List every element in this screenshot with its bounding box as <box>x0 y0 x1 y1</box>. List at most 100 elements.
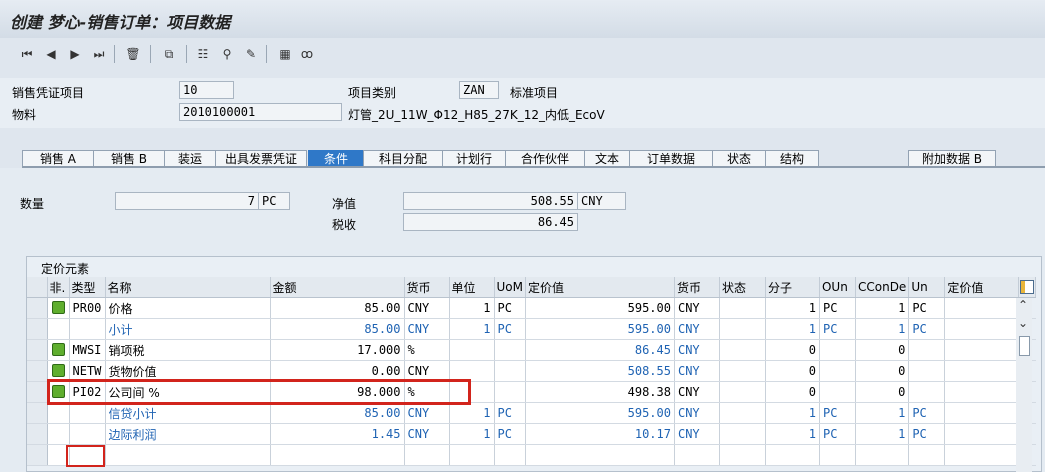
col-ccon-de[interactable]: CConDe <box>855 277 910 298</box>
cell-per[interactable]: 1 <box>449 297 495 319</box>
cell-num[interactable] <box>765 444 820 466</box>
cell-per[interactable]: 1 <box>449 318 495 340</box>
cell-type[interactable]: PR00 <box>69 297 106 319</box>
cell-oun[interactable] <box>819 339 856 361</box>
cell-ccon[interactable]: 1 <box>855 402 910 424</box>
col-currency-2[interactable]: 货币 <box>674 277 720 298</box>
cell-ccon[interactable]: 1 <box>855 297 910 319</box>
cell-cur2[interactable]: CNY <box>674 318 720 340</box>
net-currency-field[interactable]: CNY <box>577 192 626 210</box>
cell-amount[interactable]: 85.00 <box>270 402 405 424</box>
cell-cur[interactable]: CNY <box>404 297 450 319</box>
cell-status[interactable] <box>719 339 766 361</box>
cell-cur[interactable] <box>404 444 450 466</box>
cell-cvalue[interactable]: 595.00 <box>525 297 675 319</box>
cell-cur2[interactable]: CNY <box>674 297 720 319</box>
tab-partners[interactable]: 合作伙伴 <box>505 150 585 167</box>
cell-status[interactable] <box>719 297 766 319</box>
cell-cvalue[interactable]: 595.00 <box>525 318 675 340</box>
cell-cv2[interactable] <box>944 339 1020 361</box>
cell-status[interactable] <box>719 318 766 340</box>
col-per[interactable]: 单位 <box>449 277 495 298</box>
first-page-icon[interactable]: ⏮ <box>18 45 36 63</box>
scroll-up-icon[interactable]: ⌃ <box>1018 298 1028 312</box>
cell-amount[interactable]: 85.00 <box>270 297 405 319</box>
next-page-icon[interactable]: ▶ <box>66 45 84 63</box>
cell-cur2[interactable]: CNY <box>674 381 720 403</box>
cell-status[interactable] <box>719 381 766 403</box>
col-name[interactable]: 名称 <box>105 277 271 298</box>
cell-oun[interactable]: PC <box>819 318 856 340</box>
cell-num[interactable]: 0 <box>765 339 820 361</box>
cell-uom[interactable] <box>494 381 526 403</box>
display-icon[interactable]: ꝏ <box>298 45 316 63</box>
cell-un[interactable]: PC <box>908 402 946 424</box>
calculator-icon[interactable]: ▦ <box>276 45 294 63</box>
cell-cur[interactable]: % <box>404 339 450 361</box>
pricing-row[interactable]: 小计 85.00 CNY 1 PC 595.00 CNY 1 PC 1 PC <box>27 318 1036 340</box>
prev-page-icon[interactable]: ◀ <box>42 45 60 63</box>
cell-un[interactable]: PC <box>908 297 946 319</box>
cell-cur2[interactable]: CNY <box>674 339 720 361</box>
pricing-row[interactable]: 边际利润 1.45 CNY 1 PC 10.17 CNY 1 PC 1 PC <box>27 423 1036 445</box>
col-oun[interactable]: OUn <box>819 277 856 298</box>
col-condition-value-2[interactable]: 定价值 <box>944 277 1020 298</box>
col-un[interactable]: Un <box>908 277 946 298</box>
cell-un[interactable]: PC <box>908 318 946 340</box>
cell-uom[interactable] <box>494 444 526 466</box>
row-selector[interactable] <box>27 318 48 340</box>
cell-amount[interactable]: 85.00 <box>270 318 405 340</box>
quantity-field[interactable]: 7 <box>115 192 259 210</box>
cell-oun[interactable]: PC <box>819 423 856 445</box>
quantity-unit-field[interactable]: PC <box>258 192 290 210</box>
cell-cv2[interactable] <box>944 444 1020 466</box>
cell-ccon[interactable]: 0 <box>855 360 910 382</box>
cell-amount[interactable]: 17.000 <box>270 339 405 361</box>
item-category-field[interactable]: ZAN <box>459 81 499 99</box>
pricing-row[interactable]: MWSI 销项税 17.000% 86.45 CNY 0 0 <box>27 339 1036 361</box>
col-condition-value[interactable]: 定价值 <box>525 277 675 298</box>
copy-icon[interactable]: ⧉ <box>160 45 178 63</box>
material-field[interactable]: 2010100001 <box>179 103 342 121</box>
cell-un[interactable] <box>908 381 946 403</box>
cell-cvalue[interactable]: 508.55 <box>525 360 675 382</box>
cell-uom[interactable] <box>494 339 526 361</box>
cell-un[interactable] <box>908 360 946 382</box>
cell-oun[interactable] <box>819 444 856 466</box>
tab-billing-document[interactable]: 出具发票凭证 <box>215 150 307 167</box>
cell-uom[interactable]: PC <box>494 423 526 445</box>
cell-status[interactable] <box>719 423 766 445</box>
delete-icon[interactable]: 🗑 <box>124 45 142 63</box>
col-amount[interactable]: 金额 <box>270 277 405 298</box>
tab-sales-b[interactable]: 销售 B <box>93 150 165 167</box>
cell-num[interactable]: 1 <box>765 402 820 424</box>
cell-per[interactable]: 1 <box>449 423 495 445</box>
cell-cur2[interactable] <box>674 444 720 466</box>
pricing-row[interactable] <box>27 444 1036 466</box>
cell-cur2[interactable]: CNY <box>674 360 720 382</box>
cell-cur[interactable]: CNY <box>404 402 450 424</box>
tab-account-assignment[interactable]: 科目分配 <box>363 150 443 167</box>
col-inactive[interactable]: 非. <box>47 277 70 298</box>
cell-oun[interactable]: PC <box>819 297 856 319</box>
row-selector[interactable] <box>27 339 48 361</box>
tab-order-data[interactable]: 订单数据 <box>629 150 713 167</box>
cell-name[interactable]: 销项税 <box>105 339 271 361</box>
find-icon[interactable]: ⚲ <box>218 45 236 63</box>
cell-ccon[interactable]: 0 <box>855 339 910 361</box>
tab-status[interactable]: 状态 <box>712 150 766 167</box>
scroll-thumb[interactable] <box>1019 336 1030 356</box>
cell-cur[interactable]: CNY <box>404 318 450 340</box>
tab-additional-data-b[interactable]: 附加数据 B <box>908 150 996 167</box>
cell-cur2[interactable]: CNY <box>674 402 720 424</box>
cell-amount[interactable]: 1.45 <box>270 423 405 445</box>
cell-type[interactable] <box>69 402 106 424</box>
cell-cv2[interactable] <box>944 360 1020 382</box>
col-currency[interactable]: 货币 <box>404 277 450 298</box>
cell-cvalue[interactable]: 10.17 <box>525 423 675 445</box>
cell-name[interactable] <box>105 444 271 466</box>
cell-oun[interactable] <box>819 381 856 403</box>
cell-per[interactable]: 1 <box>449 402 495 424</box>
net-value-field[interactable]: 508.55 <box>403 192 578 210</box>
doc-item-field[interactable]: 10 <box>179 81 234 99</box>
